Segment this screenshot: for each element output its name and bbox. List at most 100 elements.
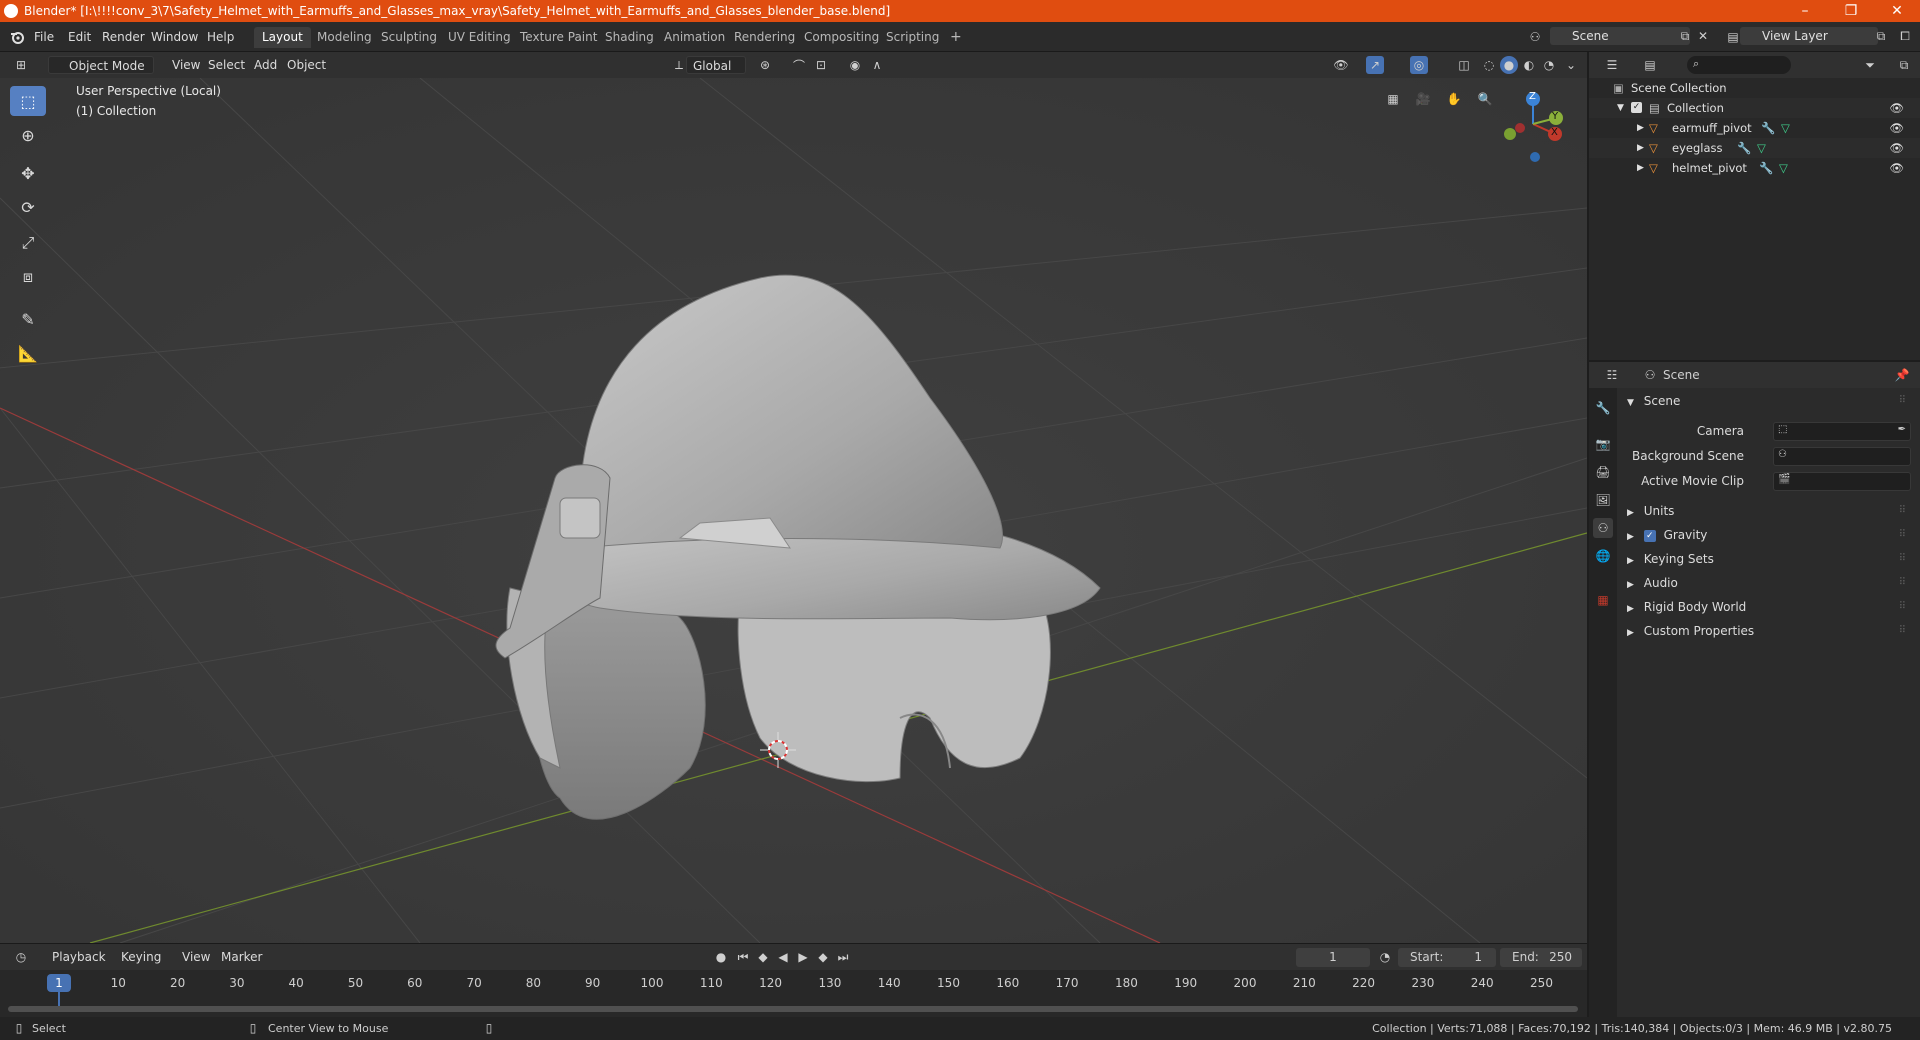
prev-keyframe-icon[interactable]: ◆ [754, 948, 772, 966]
transform-orientation-dropdown[interactable]: Global [686, 56, 746, 74]
object-visibility-icon[interactable]: 👁 [1889, 138, 1904, 158]
gizmo-toggle-icon[interactable]: ↗ [1366, 56, 1384, 74]
timeline-scrollbar[interactable] [8, 1006, 1578, 1012]
view-layer-field[interactable]: View Layer [1740, 27, 1878, 45]
tab-rendering[interactable]: Rendering [726, 27, 803, 48]
overlay-toggle-icon[interactable]: ◎ [1410, 56, 1428, 74]
menu-render[interactable]: Render [98, 27, 149, 47]
outliner-row-scene-collection[interactable]: ▣ Scene Collection [1589, 78, 1920, 98]
scale-tool-icon[interactable]: ⤢ [10, 228, 46, 258]
keying-sets-panel-header[interactable]: ▶ Keying Sets ⠿ [1627, 548, 1913, 570]
measure-tool-icon[interactable]: 📐 [10, 338, 46, 368]
grid-view-icon[interactable]: ▦ [1384, 90, 1402, 108]
background-scene-field[interactable]: ⚇ [1773, 447, 1911, 466]
use-preview-range-icon[interactable]: ◔ [1376, 948, 1394, 966]
solid-shading-icon[interactable]: ● [1500, 56, 1518, 74]
play-reverse-icon[interactable]: ◀ [774, 948, 792, 966]
timeline-editor-type-icon[interactable]: ◷ [12, 948, 30, 966]
render-tab-icon[interactable]: 📷 [1593, 434, 1613, 454]
gravity-panel-header[interactable]: ▶ ✓ Gravity ⠿ [1627, 524, 1913, 546]
scene-panel-header[interactable]: ▼ Scene ⠿ [1627, 390, 1913, 412]
3d-viewport[interactable]: User Perspective (Local) (1) Collection … [0, 78, 1587, 943]
object-visibility-icon[interactable]: 👁 [1889, 158, 1904, 178]
timeline-ruler[interactable]: 10 20 30 40 50 60 70 80 90 100 110 120 130 140 150 160 1… [0, 970, 1587, 994]
tab-animation[interactable]: Animation [656, 27, 733, 48]
texture-tab-icon[interactable]: ▦ [1593, 590, 1613, 610]
timeline-menu-marker[interactable]: Marker [215, 948, 268, 966]
timeline-area[interactable]: 10 20 30 40 50 60 70 80 90 100 110 120 130 140 150 160 1… [0, 970, 1587, 1017]
cursor-tool-icon[interactable]: ⊕ [10, 120, 46, 150]
current-frame-field[interactable]: 1 [1296, 948, 1370, 967]
pin-icon[interactable]: 📌 [1893, 366, 1911, 384]
view-layer-tab-icon[interactable]: 🖼 [1593, 490, 1613, 510]
viewport-menu-object[interactable]: Object [281, 56, 332, 74]
drag-handle-icon[interactable]: ⠿ [1899, 572, 1906, 594]
tab-layout[interactable]: Layout [254, 27, 311, 48]
shading-options-icon[interactable]: ⌄ [1562, 56, 1580, 74]
outliner-row-collection[interactable]: ▼ ✓ ▤ Collection 👁 [1589, 98, 1920, 118]
camera-field[interactable]: ⬚ ✒ [1773, 422, 1911, 441]
scene-tab-icon[interactable]: ⚇ [1593, 518, 1613, 538]
world-tab-icon[interactable]: 🌐 [1593, 546, 1613, 566]
annotate-tool-icon[interactable]: ✎ [10, 304, 46, 334]
tab-shading[interactable]: Shading [597, 27, 662, 48]
tab-sculpting[interactable]: Sculpting [373, 27, 445, 48]
drag-handle-icon[interactable]: ⠿ [1899, 390, 1906, 412]
gravity-checkbox[interactable]: ✓ [1643, 529, 1656, 542]
wireframe-shading-icon[interactable]: ◌ [1480, 56, 1498, 74]
tab-uv-editing[interactable]: UV Editing [440, 27, 519, 48]
drag-handle-icon[interactable]: ⠿ [1899, 548, 1906, 570]
material-preview-icon[interactable]: ◐ [1520, 56, 1538, 74]
timeline-menu-keying[interactable]: Keying [115, 948, 167, 966]
expand-object-icon[interactable]: ▶ [1637, 158, 1644, 178]
jump-start-icon[interactable]: ⏮ [734, 948, 752, 966]
collection-visibility-icon[interactable]: 👁 [1889, 98, 1904, 118]
output-tab-icon[interactable]: 🖨 [1593, 462, 1613, 482]
scene-browse-icon[interactable]: ⚇ [1526, 28, 1544, 46]
maximize-button[interactable]: ❐ [1828, 0, 1874, 22]
select-box-tool-icon[interactable]: ⬚ [10, 86, 46, 116]
new-collection-icon[interactable]: ⧉ [1895, 56, 1913, 74]
tab-scripting[interactable]: Scripting [878, 27, 947, 48]
end-frame-field[interactable]: End: 250 [1500, 948, 1582, 967]
units-panel-header[interactable]: ▶ Units ⠿ [1627, 500, 1913, 522]
falloff-icon[interactable]: ∧ [868, 56, 886, 74]
delete-view-layer-icon[interactable]: ⧠ [1896, 27, 1914, 45]
rotate-tool-icon[interactable]: ⟳ [10, 192, 46, 222]
rigid-body-world-panel-header[interactable]: ▶ Rigid Body World ⠿ [1627, 596, 1913, 618]
timeline-menu-view[interactable]: View [176, 948, 216, 966]
jump-end-icon[interactable]: ⏭ [834, 948, 852, 966]
eyedropper-icon[interactable]: ✒ [1898, 424, 1906, 435]
tool-tab-icon[interactable]: 🔧 [1593, 398, 1613, 418]
rendered-shading-icon[interactable]: ◔ [1540, 56, 1558, 74]
drag-handle-icon[interactable]: ⠿ [1899, 620, 1906, 642]
navigation-gizmo[interactable]: Z Y X [1498, 84, 1568, 164]
snap-target-icon[interactable]: ⊡ [812, 56, 830, 74]
menu-file[interactable]: File [30, 27, 58, 47]
outliner-row-object[interactable]: ▶ ▽ earmuff_pivot 🔧 ▽ 👁 [1589, 118, 1920, 138]
pivot-point-icon[interactable]: ⊛ [756, 56, 774, 74]
timeline-menu-playback[interactable]: Playback [46, 948, 112, 966]
record-icon[interactable]: ● [712, 948, 730, 966]
delete-scene-icon[interactable]: ✕ [1694, 27, 1712, 45]
expand-collection-icon[interactable]: ▼ [1617, 98, 1624, 118]
zoom-icon[interactable]: 🔍 [1476, 90, 1494, 108]
outliner-search-input[interactable]: ⌕ [1687, 56, 1791, 74]
scene-field[interactable]: Scene [1550, 27, 1690, 45]
close-button[interactable]: ✕ [1874, 0, 1920, 22]
viewport-menu-view[interactable]: View [166, 56, 206, 74]
viewport-menu-select[interactable]: Select [202, 56, 251, 74]
display-mode-icon[interactable]: ▤ [1641, 56, 1659, 74]
expand-object-icon[interactable]: ▶ [1637, 138, 1644, 158]
next-keyframe-icon[interactable]: ◆ [814, 948, 832, 966]
audio-panel-header[interactable]: ▶ Audio ⠿ [1627, 572, 1913, 594]
filter-icon[interactable]: ⏷ [1861, 56, 1879, 74]
custom-properties-panel-header[interactable]: ▶ Custom Properties ⠿ [1627, 620, 1913, 642]
proportional-edit-icon[interactable]: ◉ [846, 56, 864, 74]
object-visibility-icon[interactable]: 👁 [1889, 118, 1904, 138]
tab-modeling[interactable]: Modeling [309, 27, 380, 48]
collection-checkbox-icon[interactable]: ✓ [1631, 102, 1642, 113]
play-icon[interactable]: ▶ [794, 948, 812, 966]
outliner-row-object[interactable]: ▶ ▽ helmet_pivot 🔧 ▽ 👁 [1589, 158, 1920, 178]
expand-object-icon[interactable]: ▶ [1637, 118, 1644, 138]
